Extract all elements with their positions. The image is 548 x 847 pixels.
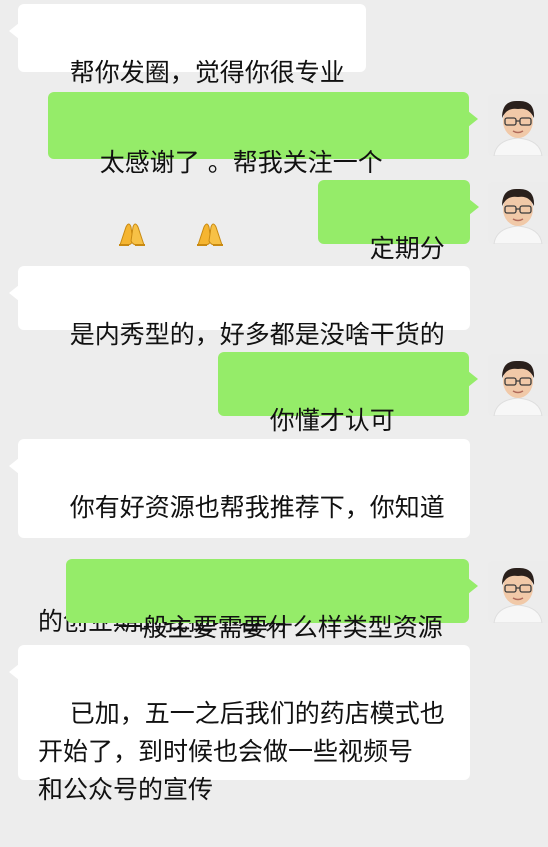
message-bubble-outgoing[interactable]: 你懂才认可: [218, 352, 478, 505]
message-text: 帮你发圈，觉得你很专业: [69, 58, 345, 87]
message-text: 已加，五一之后我们的药店模式也 开始了，到时候也会做一些视频号 和公众号的宣传: [38, 699, 445, 804]
message-text: 你懂才认可: [269, 406, 403, 435]
user-avatar[interactable]: [488, 182, 548, 244]
user-avatar[interactable]: [488, 354, 548, 416]
chat-history[interactable]: 帮你发圈，觉得你很专业 太感谢了 。帮我关注一个 定期分 是内秀型的，好多都是没…: [0, 0, 548, 804]
user-avatar[interactable]: [488, 94, 548, 156]
user-avatar[interactable]: [488, 561, 548, 623]
message-bubble-outgoing[interactable]: 一般主要需要什么样类型资源: [66, 559, 478, 642]
message-bubble-incoming[interactable]: 你有好资源也帮我推荐下，你知道 的创业期的我挺不容易: [9, 439, 470, 712]
message-bubble-incoming[interactable]: 帮你发圈，觉得你很专业: [9, 4, 366, 87]
message-text: 是内秀型的，好多都是没啥干货的: [69, 320, 445, 349]
message-bubble-outgoing[interactable]: 太感谢了 。帮我关注一个: [48, 92, 478, 246]
message-text: 一般主要需要什么样类型资源: [117, 613, 443, 642]
message-bubble-outgoing[interactable]: 定期分享: [318, 180, 479, 301]
message-bubble-incoming[interactable]: 已加，五一之后我们的药店模式也 开始了，到时候也会做一些视频号 和公众号的宣传: [9, 645, 470, 804]
message-bubble-incoming[interactable]: 是内秀型的，好多都是没啥干货的: [9, 266, 470, 349]
message-text: 太感谢了 。帮我关注一个: [99, 148, 383, 177]
